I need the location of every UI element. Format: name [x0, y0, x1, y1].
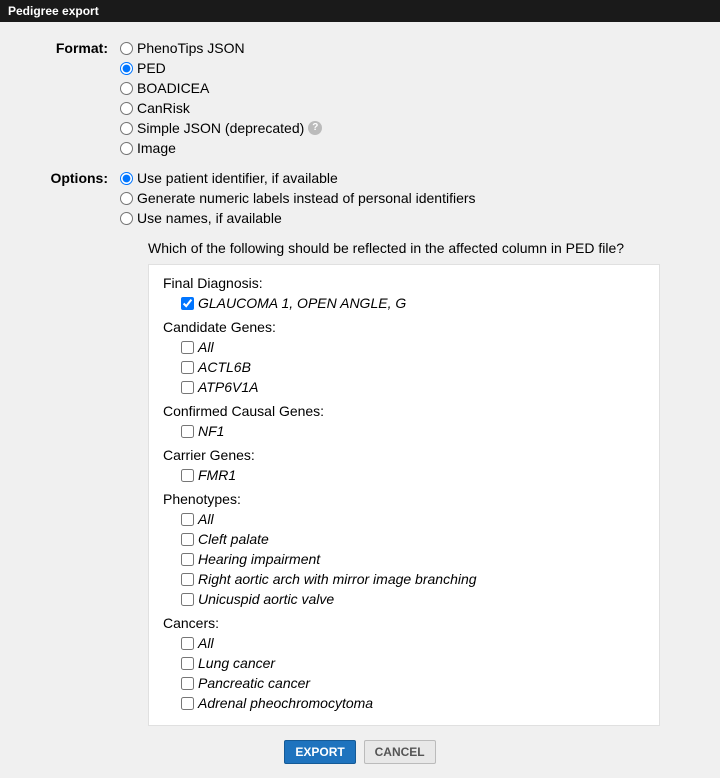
- format-radio-image[interactable]: [120, 142, 133, 155]
- item-label: Cleft palate: [198, 529, 269, 549]
- format-option-ped[interactable]: PED: [120, 58, 700, 78]
- checkbox-row[interactable]: NF1: [181, 421, 645, 441]
- checkbox-row[interactable]: All: [181, 633, 645, 653]
- item-label: Lung cancer: [198, 653, 275, 673]
- item-checkbox[interactable]: [181, 637, 194, 650]
- group-header: Final Diagnosis:: [163, 275, 645, 291]
- item-checkbox[interactable]: [181, 425, 194, 438]
- checkbox-row[interactable]: All: [181, 337, 645, 357]
- checkbox-row[interactable]: Hearing impairment: [181, 549, 645, 569]
- format-label-text: PED: [137, 58, 166, 78]
- item-label: FMR1: [198, 465, 236, 485]
- item-checkbox[interactable]: [181, 513, 194, 526]
- options-row: Options: Use patient identifier, if avai…: [20, 168, 700, 726]
- item-label: Pancreatic cancer: [198, 673, 310, 693]
- checkbox-row[interactable]: Cleft palate: [181, 529, 645, 549]
- format-option-boadicea[interactable]: BOADICEA: [120, 78, 700, 98]
- affected-column-question: Which of the following should be reflect…: [148, 240, 700, 256]
- item-checkbox[interactable]: [181, 657, 194, 670]
- format-radio-ped[interactable]: [120, 62, 133, 75]
- option-names[interactable]: Use names, if available: [120, 208, 700, 228]
- affected-selection-box: Final Diagnosis: GLAUCOMA 1, OPEN ANGLE, …: [148, 264, 660, 726]
- group-header: Phenotypes:: [163, 491, 645, 507]
- format-label: Format:: [20, 38, 120, 56]
- group-header: Confirmed Causal Genes:: [163, 403, 645, 419]
- item-checkbox[interactable]: [181, 553, 194, 566]
- item-label: Right aortic arch with mirror image bran…: [198, 569, 477, 589]
- format-label-text: PhenoTips JSON: [137, 38, 245, 58]
- item-checkbox[interactable]: [181, 469, 194, 482]
- item-label: All: [198, 337, 214, 357]
- option-label-text: Use names, if available: [137, 208, 282, 228]
- dialog-title: Pedigree export: [0, 0, 720, 22]
- format-options: PhenoTips JSONPEDBOADICEACanRiskSimple J…: [120, 38, 700, 158]
- checkbox-row[interactable]: ACTL6B: [181, 357, 645, 377]
- item-checkbox[interactable]: [181, 573, 194, 586]
- format-radio-boadicea[interactable]: [120, 82, 133, 95]
- export-button[interactable]: EXPORT: [284, 740, 355, 764]
- format-row: Format: PhenoTips JSONPEDBOADICEACanRisk…: [20, 38, 700, 158]
- item-label: GLAUCOMA 1, OPEN ANGLE, G: [198, 293, 406, 313]
- format-label-text: Simple JSON (deprecated): [137, 118, 304, 138]
- option-radio-patientid[interactable]: [120, 172, 133, 185]
- item-checkbox[interactable]: [181, 697, 194, 710]
- format-option-phenotips[interactable]: PhenoTips JSON: [120, 38, 700, 58]
- format-radio-canrisk[interactable]: [120, 102, 133, 115]
- option-numeric[interactable]: Generate numeric labels instead of perso…: [120, 188, 700, 208]
- format-option-canrisk[interactable]: CanRisk: [120, 98, 700, 118]
- checkbox-row[interactable]: ATP6V1A: [181, 377, 645, 397]
- group-header: Carrier Genes:: [163, 447, 645, 463]
- button-row: EXPORT CANCEL: [20, 740, 700, 764]
- item-label: Hearing impairment: [198, 549, 320, 569]
- option-radio-names[interactable]: [120, 212, 133, 225]
- help-icon[interactable]: ?: [308, 121, 322, 135]
- checkbox-row[interactable]: All: [181, 509, 645, 529]
- item-checkbox[interactable]: [181, 297, 194, 310]
- dialog-body: Format: PhenoTips JSONPEDBOADICEACanRisk…: [0, 22, 720, 778]
- format-radio-simplejson[interactable]: [120, 122, 133, 135]
- option-label-text: Generate numeric labels instead of perso…: [137, 188, 476, 208]
- checkbox-row[interactable]: Adrenal pheochromocytoma: [181, 693, 645, 713]
- format-radio-phenotips[interactable]: [120, 42, 133, 55]
- options-label: Options:: [20, 168, 120, 186]
- item-checkbox[interactable]: [181, 341, 194, 354]
- checkbox-row[interactable]: FMR1: [181, 465, 645, 485]
- group-header: Cancers:: [163, 615, 645, 631]
- checkbox-row[interactable]: Pancreatic cancer: [181, 673, 645, 693]
- item-checkbox[interactable]: [181, 381, 194, 394]
- item-label: Unicuspid aortic valve: [198, 589, 334, 609]
- format-option-image[interactable]: Image: [120, 138, 700, 158]
- option-radio-numeric[interactable]: [120, 192, 133, 205]
- format-label-text: Image: [137, 138, 176, 158]
- item-label: ATP6V1A: [198, 377, 258, 397]
- item-checkbox[interactable]: [181, 361, 194, 374]
- format-label-text: CanRisk: [137, 98, 190, 118]
- checkbox-row[interactable]: Lung cancer: [181, 653, 645, 673]
- item-label: NF1: [198, 421, 224, 441]
- options-container: Use patient identifier, if availableGene…: [120, 168, 700, 726]
- format-option-simplejson[interactable]: Simple JSON (deprecated)?: [120, 118, 700, 138]
- cancel-button[interactable]: CANCEL: [364, 740, 436, 764]
- item-label: All: [198, 633, 214, 653]
- option-label-text: Use patient identifier, if available: [137, 168, 338, 188]
- item-checkbox[interactable]: [181, 533, 194, 546]
- item-label: Adrenal pheochromocytoma: [198, 693, 373, 713]
- item-checkbox[interactable]: [181, 593, 194, 606]
- group-header: Candidate Genes:: [163, 319, 645, 335]
- item-label: All: [198, 509, 214, 529]
- checkbox-row[interactable]: GLAUCOMA 1, OPEN ANGLE, G: [181, 293, 645, 313]
- option-patientid[interactable]: Use patient identifier, if available: [120, 168, 700, 188]
- checkbox-row[interactable]: Unicuspid aortic valve: [181, 589, 645, 609]
- checkbox-row[interactable]: Right aortic arch with mirror image bran…: [181, 569, 645, 589]
- item-checkbox[interactable]: [181, 677, 194, 690]
- item-label: ACTL6B: [198, 357, 251, 377]
- format-label-text: BOADICEA: [137, 78, 209, 98]
